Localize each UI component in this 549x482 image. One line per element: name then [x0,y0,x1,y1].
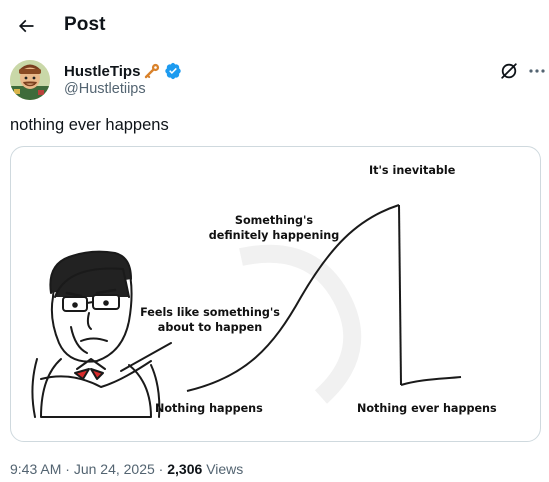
view-count: 2,306 [167,461,203,477]
graph-tail [400,376,462,386]
label-about-to-happen: Feels like something's about to happen [140,306,280,334]
label-inevitable: It's inevitable [369,164,456,177]
back-arrow-icon [18,19,34,33]
page-title: Post [64,14,106,35]
grok-icon [501,63,517,79]
meta-separator: · [61,461,74,477]
grok-button[interactable] [498,60,520,82]
post-text: nothing ever happens [10,116,169,134]
post-meta: 9:43 AM · Jun 24, 2025 · 2,306 Views [10,461,243,477]
views-label: Views [206,461,244,477]
meme-drawing [31,204,462,418]
top-bar: Post [0,0,549,52]
label-nothing-happens: Nothing happens [155,402,263,415]
verified-badge-icon [165,62,182,80]
post-image[interactable]: It's inevitable Something's definitely h… [10,146,541,442]
label-definitely-happening: Something's definitely happening [208,214,340,242]
graph-drop [398,204,402,386]
avatar[interactable] [10,60,50,100]
post-author: HustleTips @Hustletiips [10,60,545,100]
back-button[interactable] [8,8,44,44]
more-button[interactable] [525,60,549,82]
label-nothing-ever-happens: Nothing ever happens [357,402,497,415]
author-handle[interactable]: @Hustletiips [64,81,146,97]
meta-separator: · [154,461,168,477]
name-row: HustleTips [64,62,182,80]
post-date[interactable]: Jun 24, 2025 [74,461,155,477]
more-icon [529,69,545,73]
key-icon [145,63,160,79]
display-name[interactable]: HustleTips [64,63,140,80]
post-time[interactable]: 9:43 AM [10,461,61,477]
